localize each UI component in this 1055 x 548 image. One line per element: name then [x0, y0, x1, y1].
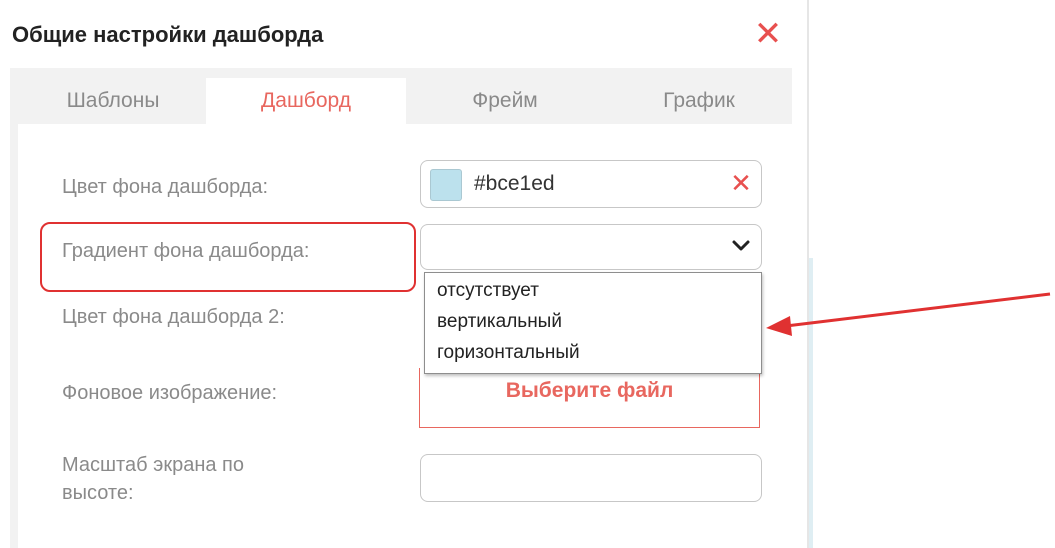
chevron-down-icon[interactable]: [730, 234, 752, 258]
dropdown-option-vertical[interactable]: вертикальный: [437, 309, 562, 335]
choose-file-button[interactable]: Выберите файл: [419, 368, 760, 428]
annotation-highlight-box: [40, 222, 416, 292]
gradient-dropdown-list: отсутствует вертикальный горизонтальный: [424, 272, 762, 374]
tab-frame[interactable]: Фрейм: [430, 78, 580, 124]
bg-color-value: #bce1ed: [474, 172, 555, 195]
close-button[interactable]: ✕: [752, 16, 784, 52]
bg-color-swatch[interactable]: [430, 169, 462, 201]
screen-scale-label-line1: Масштаб экрана по: [62, 454, 245, 476]
dropdown-option-none[interactable]: отсутствует: [437, 278, 539, 304]
annotation-arrow-icon: [766, 292, 1051, 336]
bg-color-label: Цвет фона дашборда:: [62, 176, 269, 198]
dialog-title: Общие настройки дашборда: [12, 22, 324, 47]
screen-scale-input[interactable]: [420, 454, 762, 502]
dropdown-option-horizontal[interactable]: горизонтальный: [437, 340, 580, 366]
dashboard-settings-dialog: Общие настройки дашборда ✕ Шаблоны Дашбо…: [0, 0, 808, 548]
tab-templates[interactable]: Шаблоны: [38, 78, 188, 124]
choose-file-label: Выберите файл: [505, 379, 674, 402]
tab-dashboard[interactable]: Дашборд: [206, 78, 406, 124]
clear-color-icon[interactable]: ✕: [728, 166, 754, 200]
bg-color2-label: Цвет фона дашборда 2:: [62, 306, 285, 328]
bg-color-input[interactable]: [420, 160, 762, 208]
tab-chart[interactable]: График: [624, 78, 774, 124]
screen-scale-label-line2: высоте:: [62, 482, 134, 504]
panel-left-shade: [10, 124, 18, 548]
bg-image-label: Фоновое изображение:: [62, 382, 278, 404]
gradient-select[interactable]: [420, 224, 762, 270]
